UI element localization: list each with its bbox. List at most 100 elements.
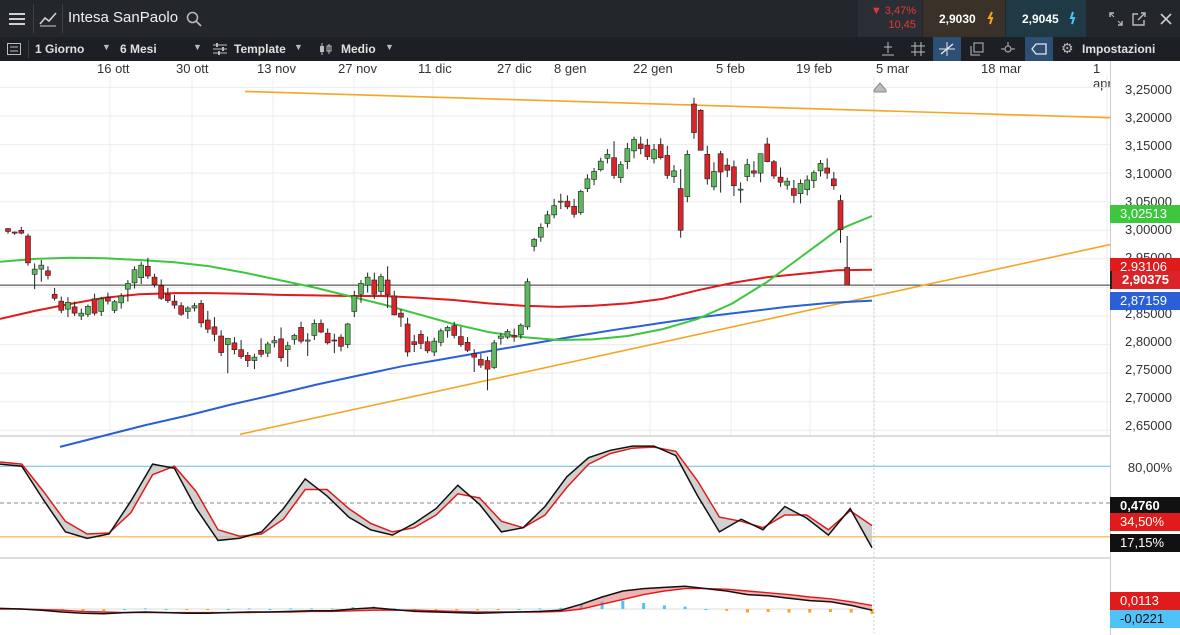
candle-body	[551, 205, 557, 216]
macd-histogram-bar	[206, 609, 210, 610]
candle-body	[111, 301, 118, 311]
candle-body	[25, 235, 31, 264]
candle-body	[38, 264, 45, 270]
indicator-dropdown[interactable]: Medio ▼	[314, 37, 400, 61]
macd-histogram-bar	[268, 609, 272, 610]
candle-body	[145, 265, 151, 277]
interval-dropdown[interactable]: 1 Giorno ▼	[30, 37, 114, 61]
instrument-name[interactable]: Intesa SanPaolo	[68, 9, 178, 26]
candle-body	[771, 161, 777, 177]
candle-body	[518, 324, 524, 336]
candle-body	[704, 153, 711, 180]
candle-body	[784, 180, 791, 186]
candle-body	[731, 166, 737, 187]
candle-body	[71, 306, 78, 314]
settings-button[interactable]: ⚙ Impostazioni	[1056, 37, 1180, 61]
candle-body	[398, 312, 404, 318]
ma-slow-label: 2,87159	[1110, 292, 1180, 310]
candle-body	[737, 188, 744, 191]
resize-icon[interactable]	[1104, 0, 1128, 37]
y-tick-label: 3,20000	[1125, 110, 1172, 125]
candle-body	[577, 191, 584, 213]
candle-body	[751, 170, 757, 174]
candle-body	[98, 298, 105, 312]
candle-body	[105, 297, 111, 302]
candle-body	[484, 360, 491, 370]
macd-histogram-bar	[81, 609, 85, 611]
candle-body	[338, 336, 344, 347]
candle-body	[438, 330, 444, 343]
macd-histogram-bar	[185, 609, 189, 610]
macd-histogram-bar	[164, 609, 168, 610]
close-icon[interactable]	[1154, 0, 1178, 37]
range-dropdown[interactable]: 6 Mesi ▼	[114, 37, 206, 61]
macd-histogram-bar	[849, 609, 853, 613]
range-label: 6 Mesi	[120, 42, 157, 56]
candle-body	[191, 305, 198, 309]
candle-body	[411, 341, 418, 345]
candle-body	[831, 178, 837, 187]
candle-body	[824, 167, 830, 174]
price-label-icon[interactable]	[1025, 37, 1053, 61]
layers-icon[interactable]	[963, 37, 991, 61]
panel-icon[interactable]	[4, 37, 24, 61]
change-absolute: 10,45	[888, 19, 916, 31]
candle-body	[358, 283, 364, 295]
candle-body	[165, 293, 171, 301]
candle-body	[611, 157, 617, 176]
candle-body	[817, 163, 824, 172]
ma-fast-line	[0, 215, 873, 342]
hamburger-icon[interactable]	[0, 0, 33, 37]
chevron-down-icon: ▼	[193, 42, 202, 52]
y-tick-label: 3,25000	[1125, 82, 1172, 97]
candle-body	[671, 170, 677, 177]
candle-body	[837, 200, 844, 231]
grid-icon[interactable]	[905, 37, 931, 61]
candle-body	[657, 144, 664, 159]
candle-body	[691, 103, 697, 133]
candle-body	[224, 337, 231, 345]
chevron-down-icon: ▼	[102, 42, 111, 52]
chart-canvas[interactable]	[0, 61, 1110, 635]
last-price-label: 2,90375	[1110, 271, 1180, 289]
macd-histogram-bar	[496, 609, 500, 610]
sliders-icon	[213, 43, 227, 55]
crosshair-tool-icon[interactable]	[876, 37, 900, 61]
macd-histogram-bar	[787, 609, 791, 613]
template-dropdown[interactable]: Template ▼	[208, 37, 312, 61]
sell-button[interactable]: 2,9030	[923, 0, 1005, 37]
gear-icon: ⚙	[1061, 40, 1074, 56]
candle-body	[677, 188, 684, 231]
candle-body	[178, 305, 184, 315]
candle-body	[524, 281, 531, 328]
line-chart-icon[interactable]	[35, 0, 61, 37]
y-tick-label: 3,15000	[1125, 138, 1172, 153]
candle-body	[531, 239, 537, 247]
candle-body	[318, 323, 324, 333]
candle-body	[185, 307, 191, 312]
buy-button[interactable]: 2,9045	[1006, 0, 1086, 37]
candle-body	[711, 171, 717, 188]
y-tick-label: 2,65000	[1125, 418, 1172, 433]
candle-body	[171, 300, 178, 306]
stoch-lower-label: 17,15%	[1110, 534, 1180, 552]
candle-body	[258, 349, 264, 355]
candle-body	[251, 356, 258, 361]
candle-body	[304, 339, 311, 342]
popout-icon[interactable]	[1128, 0, 1150, 37]
candle-body	[158, 285, 164, 299]
stoch-d-line	[0, 446, 873, 537]
macd-histogram-bar	[517, 609, 521, 610]
macd-histogram-bar	[330, 608, 334, 610]
y-tick-label: 3,10000	[1125, 166, 1172, 181]
macd-histogram-bar	[621, 600, 625, 609]
draw-tools-icon[interactable]	[933, 37, 961, 61]
stoch-upper-level: 80,00%	[1127, 460, 1172, 475]
candle-body	[5, 228, 11, 232]
candle-body	[744, 164, 751, 177]
search-icon[interactable]	[184, 0, 204, 37]
settings-label: Impostazioni	[1082, 42, 1156, 56]
macd-histogram-bar	[642, 603, 646, 609]
cursor-icon[interactable]	[994, 37, 1022, 61]
candle-body	[424, 341, 431, 352]
